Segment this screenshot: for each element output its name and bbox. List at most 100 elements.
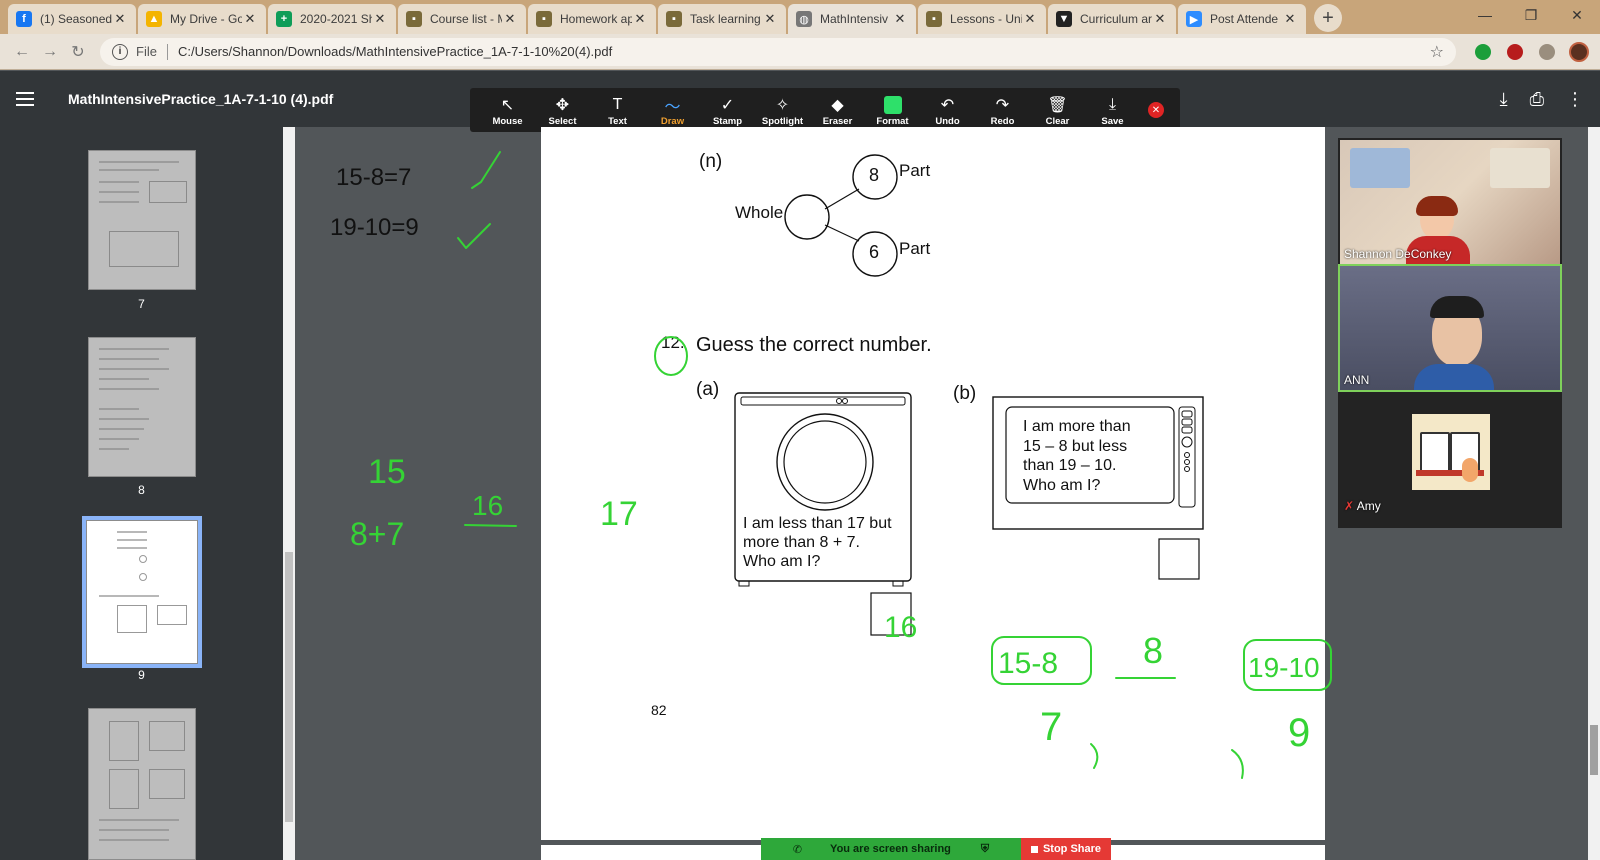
eraser-icon: ◆ [831, 96, 844, 114]
tool-label: Redo [990, 115, 1015, 127]
sidebar-scrollbar[interactable] [283, 127, 295, 860]
close-tab-icon[interactable]: ✕ [1022, 11, 1038, 27]
stop-share-button[interactable]: Stop Share [1021, 838, 1111, 860]
browser-tab[interactable]: ▪ Task learning ✕ [658, 4, 786, 34]
question-b-text: I am more than 15 – 8 but less than 19 –… [1023, 418, 1131, 494]
close-tab-icon[interactable]: ✕ [632, 11, 648, 27]
answer-box-b [1158, 538, 1200, 580]
participant-name: ANN [1344, 373, 1370, 387]
url-input[interactable]: i File C:/Users/Shannon/Downloads/MathIn… [100, 37, 1456, 66]
tool-draw-button[interactable]: 〜 Draw [645, 94, 700, 127]
part-label: Part [899, 239, 931, 258]
text-icon: T [612, 95, 623, 113]
tool-label: Spotlight [761, 115, 804, 127]
close-annotation-icon[interactable]: ✕ [1148, 102, 1164, 118]
browser-tab[interactable]: ◍ MathIntensiv ✕ [788, 4, 916, 34]
info-icon[interactable]: i [112, 43, 128, 60]
handwritten-15: 15 [368, 453, 406, 491]
bookmark-star-icon[interactable]: ☆ [1430, 42, 1444, 62]
underline-mark [464, 524, 517, 527]
tool-spotlight-button[interactable]: ✧ Spotlight [755, 94, 810, 127]
save-icon: ⤓ [1108, 95, 1117, 113]
tool-label: Eraser [822, 115, 853, 127]
url-text[interactable]: C:/Users/Shannon/Downloads/MathIntensive… [178, 44, 1430, 59]
print-icon[interactable]: ⎙ [1530, 89, 1544, 110]
tool-eraser-button[interactable]: ◆ Eraser [810, 94, 865, 127]
tool-clear-button[interactable]: 🗑 Clear [1030, 94, 1085, 127]
menu-icon[interactable] [0, 92, 50, 106]
document-scrollbar[interactable] [1588, 127, 1600, 860]
tool-format-button[interactable]: Format [865, 94, 920, 127]
tool-label: Stamp [712, 115, 743, 127]
participant-tile-no-video[interactable]: ✗ Amy [1340, 392, 1560, 516]
download-icon[interactable]: ⤓ [1500, 89, 1508, 110]
close-window-icon[interactable]: ✕ [1554, 0, 1600, 30]
tool-label: Mouse [492, 115, 523, 127]
question-n-label: (n) [699, 151, 723, 172]
browser-tab[interactable]: ▲ My Drive - Go ✕ [138, 4, 266, 34]
participant-video[interactable]: Shannon DeConkey [1340, 140, 1560, 264]
close-tab-icon[interactable]: ✕ [502, 11, 518, 27]
forward-icon[interactable]: → [36, 38, 64, 66]
page-thumbnail[interactable] [88, 708, 196, 860]
tool-text-button[interactable]: T Text [590, 94, 645, 127]
profile-avatar[interactable] [1566, 39, 1592, 65]
schoology-icon: ▪ [666, 11, 682, 27]
back-icon[interactable]: ← [8, 38, 36, 66]
close-tab-icon[interactable]: ✕ [372, 11, 388, 27]
close-tab-icon[interactable]: ✕ [762, 11, 778, 27]
close-tab-icon[interactable]: ✕ [892, 11, 908, 27]
facebook-icon: f [16, 11, 32, 27]
book-icon [1412, 414, 1490, 490]
tool-label: Clear [1045, 115, 1070, 127]
tool-undo-button[interactable]: ↶ Undo [920, 94, 975, 127]
tool-redo-button[interactable]: ↷ Redo [975, 94, 1030, 127]
whole-circle [784, 194, 830, 240]
cursor-icon: ↖ [500, 96, 515, 114]
extension-green-icon[interactable] [1470, 39, 1496, 65]
browser-tab[interactable]: +2020-2021 Sh ✕ [268, 4, 396, 34]
redo-icon: ↷ [995, 96, 1010, 114]
browser-tab[interactable]: ▼ Curriculum ar ✕ [1048, 4, 1176, 34]
extension-ublock-icon[interactable] [1502, 39, 1528, 65]
browser-tab-strip: f (1) Seasoned ✕ ▲ My Drive - Go ✕ +2020-2021 … [0, 0, 1600, 34]
close-tab-icon[interactable]: ✕ [242, 11, 258, 27]
page-thumbnail[interactable] [88, 150, 196, 290]
stop-icon [1030, 845, 1038, 853]
tool-label: Text [608, 115, 627, 127]
zoom-icon: ▶ [1186, 11, 1202, 27]
tool-label: Format [876, 115, 909, 127]
page-drawings [734, 154, 1204, 636]
screen-sharing-banner: ✆ You are screen sharing ⛨ [761, 838, 1021, 860]
more-options-icon[interactable]: ⋮ [1566, 89, 1584, 110]
page-thumbnail[interactable] [88, 337, 196, 477]
thumbnail-sidebar: 7 8 9 [0, 127, 283, 860]
shield-check-icon: ⛨ [980, 842, 990, 855]
schoology-icon: ▪ [926, 11, 942, 27]
format-icon [883, 94, 902, 116]
browser-tab[interactable]: ▶ Post Attende ✕ [1178, 4, 1306, 34]
browser-tab[interactable]: f (1) Seasoned ✕ [8, 4, 136, 34]
reload-icon[interactable]: ↻ [64, 38, 92, 66]
browser-tab[interactable]: ▪ Course list - M ✕ [398, 4, 526, 34]
close-tab-icon[interactable]: ✕ [1152, 11, 1168, 27]
browser-tab[interactable]: ▪ Homework ap ✕ [528, 4, 656, 34]
margin-equation: 15-8=7 [336, 164, 411, 191]
page-thumbnail-current[interactable] [82, 516, 202, 668]
close-tab-icon[interactable]: ✕ [112, 11, 128, 27]
participant-video-active[interactable]: ANN [1338, 264, 1562, 392]
minimize-icon[interactable]: — [1462, 0, 1508, 30]
thumbnail-page-number: 9 [138, 668, 145, 682]
extensions-puzzle-icon[interactable] [1534, 39, 1560, 65]
tool-mouse-button[interactable]: ↖ Mouse [480, 94, 535, 127]
close-tab-icon[interactable]: ✕ [1282, 11, 1298, 27]
tab-title: Course list - M [430, 12, 502, 26]
tab-title: Task learning [690, 12, 761, 26]
tool-stamp-button[interactable]: ✓ Stamp [700, 94, 755, 127]
restore-icon[interactable]: ❐ [1508, 0, 1554, 30]
tool-save-button[interactable]: ⤓ Save [1085, 94, 1140, 127]
tool-select-button[interactable]: ✥ Select [535, 94, 590, 127]
new-tab-button[interactable]: + [1314, 4, 1342, 32]
margin-equation: 19-10=9 [330, 214, 419, 241]
browser-tab[interactable]: ▪ Lessons - Uni ✕ [918, 4, 1046, 34]
